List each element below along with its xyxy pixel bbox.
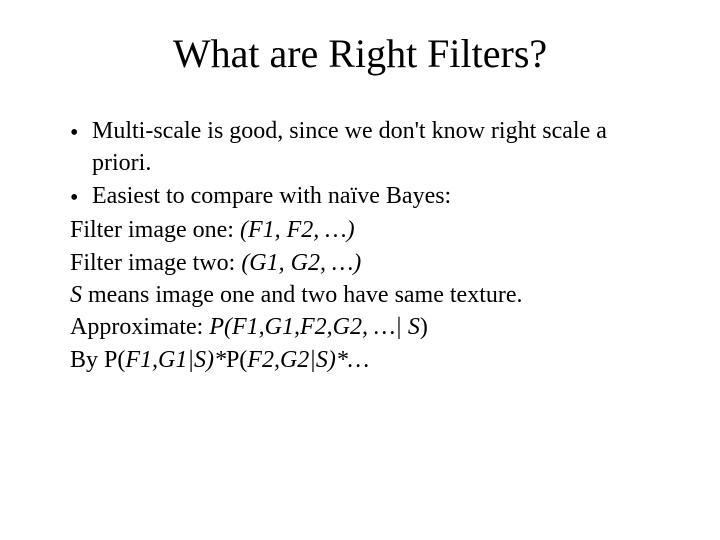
body-line: By P(F1,G1|S)*P(F2,G2|S)*… [70, 344, 650, 376]
text-run: Filter image two: [70, 250, 241, 276]
text-run: means image one and two have same textur… [82, 282, 523, 308]
text-run: P( [226, 347, 247, 373]
text-run-italic: P(F1,G1,F2,G2, …| S [209, 314, 420, 340]
bullet-dot-icon: • [70, 115, 92, 149]
text-run-italic: F2,G2|S)*… [247, 347, 369, 373]
body-line: Approximate: P(F1,G1,F2,G2, …| S) [70, 311, 650, 343]
bullet-text: Easiest to compare with naïve Bayes: [92, 180, 650, 212]
bullet-text: Multi-scale is good, since we don't know… [92, 115, 650, 180]
slide-title: What are Right Filters? [50, 30, 670, 77]
bullet-item: • Easiest to compare with naïve Bayes: [70, 180, 650, 214]
text-run-italic: S [70, 282, 82, 308]
slide: What are Right Filters? • Multi-scale is… [0, 0, 720, 540]
text-run-italic: (G1, G2, …) [241, 250, 361, 276]
text-run: Approximate: [70, 314, 209, 340]
text-run: By P( [70, 347, 125, 373]
bullet-dot-icon: • [70, 180, 92, 214]
body-line: Filter image two: (G1, G2, …) [70, 247, 650, 279]
body-line: Filter image one: (F1, F2, …) [70, 214, 650, 246]
text-run: Filter image one: [70, 217, 240, 243]
slide-body: • Multi-scale is good, since we don't kn… [50, 115, 670, 376]
body-line: S means image one and two have same text… [70, 279, 650, 311]
bullet-item: • Multi-scale is good, since we don't kn… [70, 115, 650, 180]
text-run-italic: (F1, F2, …) [240, 217, 355, 243]
text-run: ) [420, 314, 428, 340]
text-run-italic: F1,G1|S)* [125, 347, 226, 373]
